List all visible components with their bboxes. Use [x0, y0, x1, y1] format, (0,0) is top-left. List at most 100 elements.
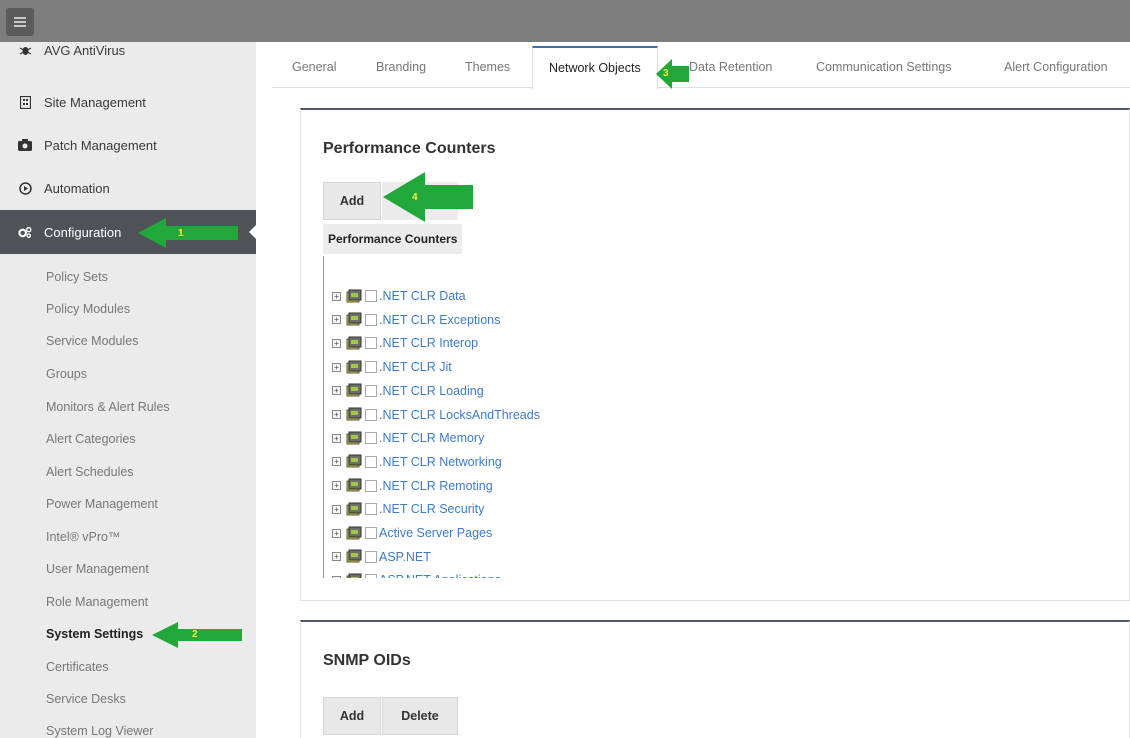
tree-item[interactable]: + ASP.NET Applications	[332, 569, 501, 578]
expand-icon[interactable]: +	[332, 410, 341, 419]
performance-counter-icon	[346, 526, 362, 539]
tree-item[interactable]: + .NET CLR Networking	[332, 451, 502, 473]
performance-counter-icon	[346, 573, 362, 578]
subnav-policy-modules[interactable]: Policy Modules	[46, 302, 130, 316]
subnav-intel-vpro[interactable]: Intel® vPro™	[46, 530, 121, 544]
expand-icon[interactable]: +	[332, 338, 341, 348]
tree-item-checkbox[interactable]	[365, 290, 377, 302]
tree-item[interactable]: + .NET CLR Remoting	[332, 475, 493, 497]
tree-item-label[interactable]: .NET CLR Memory	[379, 431, 484, 445]
snmp-oids-title: SNMP OIDs	[323, 652, 411, 669]
tree-item[interactable]: + .NET CLR Jit	[332, 356, 452, 378]
settings-tabs: General Branding Themes Network Objects …	[272, 46, 1130, 89]
sidebar-item-avg-antivirus[interactable]: AVG AntiVirus	[0, 42, 256, 64]
annotation-arrow-2	[152, 622, 242, 648]
expand-icon[interactable]: +	[332, 528, 341, 538]
tree-item-label[interactable]: .NET CLR Networking	[379, 455, 502, 469]
subnav-service-desks[interactable]: Service Desks	[46, 692, 126, 706]
tree-item-checkbox[interactable]	[365, 313, 377, 326]
expand-icon[interactable]: +	[332, 481, 341, 491]
tree-item[interactable]: + .NET CLR Security	[332, 498, 484, 520]
subnav-certificates[interactable]: Certificates	[46, 660, 109, 674]
expand-icon[interactable]: +	[332, 362, 341, 372]
callout-number-4: 4	[412, 192, 418, 203]
subnav-alert-schedules[interactable]: Alert Schedules	[46, 465, 134, 479]
tree-item-checkbox[interactable]	[365, 527, 377, 539]
add-oid-button[interactable]: Add	[323, 697, 381, 735]
tree-item-label[interactable]: ASP.NET	[379, 550, 431, 564]
sidebar-item-label: AVG AntiVirus	[44, 42, 126, 58]
subnav-policy-sets[interactable]: Policy Sets	[46, 270, 108, 284]
subnav-system-settings[interactable]: System Settings	[46, 627, 143, 641]
gears-icon	[18, 225, 32, 239]
tree-item[interactable]: + .NET CLR Memory	[332, 427, 484, 449]
tree-item-label[interactable]: .NET CLR Remoting	[379, 479, 493, 493]
tree-item[interactable]: + Active Server Pages	[332, 522, 492, 544]
expand-icon[interactable]: +	[332, 552, 341, 562]
expand-icon[interactable]: +	[332, 433, 341, 443]
tree-item-checkbox[interactable]	[365, 479, 377, 492]
sidebar-item-patch-management[interactable]: Patch Management	[0, 131, 256, 159]
sidebar-item-automation[interactable]: Automation	[0, 174, 256, 202]
subnav-service-modules[interactable]: Service Modules	[46, 334, 138, 348]
sidebar-item-site-management[interactable]: Site Management	[0, 88, 256, 116]
subnav-user-management[interactable]: User Management	[46, 562, 149, 576]
tab-communication-settings[interactable]: Communication Settings	[816, 46, 951, 88]
tree-item[interactable]: + .NET CLR Data	[332, 285, 466, 307]
subnav-alert-categories[interactable]: Alert Categories	[46, 432, 136, 446]
performance-counter-icon	[346, 407, 362, 421]
expand-icon[interactable]: +	[332, 575, 341, 578]
tree-item-label[interactable]: Active Server Pages	[379, 526, 492, 540]
tree-item-checkbox[interactable]	[365, 337, 377, 350]
performance-counter-icon	[346, 431, 362, 445]
subnav-monitors-alert-rules[interactable]: Monitors & Alert Rules	[46, 400, 170, 414]
tree-item-label[interactable]: .NET CLR Data	[379, 289, 466, 303]
hamburger-icon[interactable]	[6, 8, 34, 36]
tree-item-label[interactable]: .NET CLR Interop	[379, 336, 478, 350]
annotation-arrow-1	[138, 218, 238, 248]
tree-item-label[interactable]: .NET CLR Jit	[379, 360, 452, 374]
tree-item-label[interactable]: .NET CLR LocksAndThreads	[379, 408, 540, 422]
tree-item[interactable]: + .NET CLR LocksAndThreads	[332, 404, 540, 426]
expand-icon[interactable]: +	[332, 291, 341, 301]
tree-item-label[interactable]: .NET CLR Security	[379, 502, 484, 516]
expand-icon[interactable]: +	[332, 457, 341, 467]
tree-item-label[interactable]: ASP.NET Applications	[379, 573, 501, 578]
subnav-role-management[interactable]: Role Management	[46, 595, 148, 609]
performance-counter-icon	[346, 549, 362, 563]
performance-counter-icon	[346, 289, 362, 302]
subnav-system-log-viewer[interactable]: System Log Viewer	[46, 724, 153, 738]
performance-counter-icon	[346, 336, 362, 350]
performance-counters-tree[interactable]: + .NET CLR Data + .NET CLR Exceptions + .NET …	[323, 256, 743, 578]
add-counter-button[interactable]: Add	[323, 182, 381, 220]
tree-item-checkbox[interactable]	[365, 503, 377, 516]
annotation-arrow-3	[656, 59, 689, 89]
delete-oid-button[interactable]: Delete	[382, 697, 458, 735]
tab-themes[interactable]: Themes	[465, 46, 510, 88]
subnav-power-management[interactable]: Power Management	[46, 497, 158, 511]
tree-item-checkbox[interactable]	[365, 432, 377, 445]
tree-item[interactable]: + .NET CLR Interop	[332, 332, 478, 354]
tree-item-checkbox[interactable]	[365, 574, 377, 578]
tree-item-label[interactable]: .NET CLR Exceptions	[379, 313, 500, 327]
expand-icon[interactable]: +	[332, 504, 341, 514]
subnav-groups[interactable]: Groups	[46, 367, 87, 381]
snmp-oids-panel: SNMP OIDs Add Delete	[300, 620, 1130, 738]
tree-item[interactable]: + ASP.NET	[332, 546, 431, 568]
tree-item[interactable]: + .NET CLR Loading	[332, 380, 484, 402]
tree-item-checkbox[interactable]	[365, 455, 377, 468]
tab-network-objects[interactable]: Network Objects	[532, 46, 658, 89]
camera-icon	[18, 138, 32, 152]
tree-item[interactable]: + .NET CLR Exceptions	[332, 309, 500, 331]
tree-item-checkbox[interactable]	[365, 361, 377, 374]
tab-data-retention[interactable]: Data Retention	[689, 46, 772, 88]
tree-item-label[interactable]: .NET CLR Loading	[379, 384, 484, 398]
tab-alert-configuration[interactable]: Alert Configuration	[1004, 46, 1108, 88]
tree-item-checkbox[interactable]	[365, 384, 377, 397]
expand-icon[interactable]: +	[332, 386, 341, 396]
tree-item-checkbox[interactable]	[365, 408, 377, 421]
tab-general[interactable]: General	[292, 46, 336, 88]
tab-branding[interactable]: Branding	[376, 46, 426, 88]
expand-icon[interactable]: +	[332, 315, 341, 325]
tree-item-checkbox[interactable]	[365, 550, 377, 563]
